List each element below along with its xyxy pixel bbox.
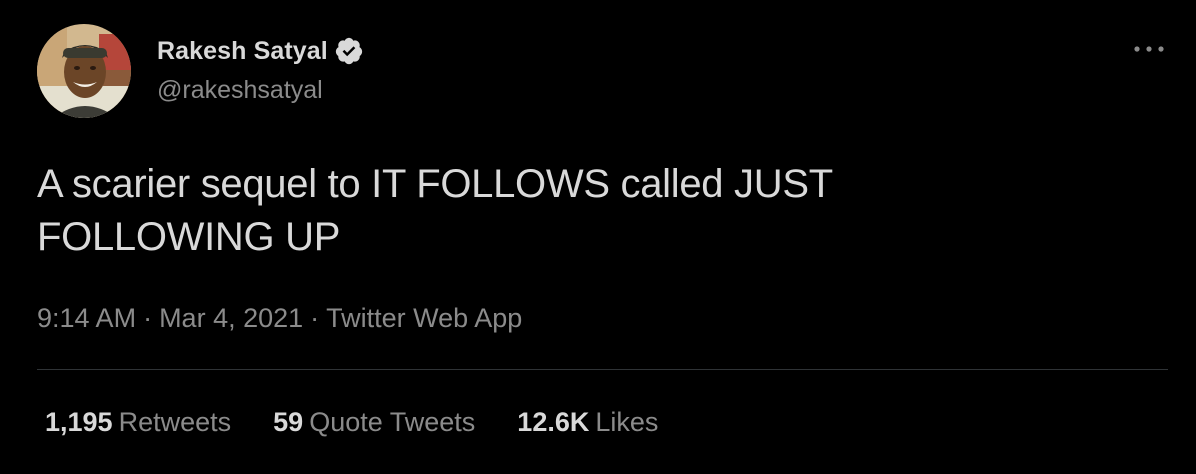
tweet-time-link[interactable]: 9:14 AM — [37, 303, 136, 334]
avatar[interactable] — [37, 24, 131, 118]
quote-tweets-stat[interactable]: 59 Quote Tweets — [273, 407, 475, 438]
tweet-text: A scarier sequel to IT FOLLOWS called JU… — [37, 162, 833, 259]
avatar-photo — [37, 24, 131, 118]
tweet-metadata: 9:14 AM · Mar 4, 2021 · Twitter Web App — [37, 303, 522, 334]
display-name[interactable]: Rakesh Satyal — [157, 37, 328, 66]
tweet-date-link[interactable]: Mar 4, 2021 — [159, 303, 303, 334]
divider — [37, 369, 1168, 370]
tweet-source-link[interactable]: Twitter Web App — [326, 303, 522, 334]
likes-label: Likes — [595, 407, 659, 437]
name-row: Rakesh Satyal — [157, 33, 364, 69]
likes-stat[interactable]: 12.6K Likes — [517, 407, 658, 438]
likes-count: 12.6K — [517, 407, 590, 437]
user-handle[interactable]: @rakeshsatyal — [157, 76, 323, 105]
meta-separator: · — [143, 303, 153, 333]
meta-separator: · — [310, 303, 320, 333]
more-options-icon[interactable] — [1131, 36, 1167, 62]
verified-badge-icon — [334, 36, 364, 66]
quote-tweets-label: Quote Tweets — [309, 407, 476, 437]
retweets-label: Retweets — [118, 407, 232, 437]
tweet-card: Rakesh Satyal @rakeshsatyal A scarier se… — [0, 0, 1196, 474]
quote-tweets-count: 59 — [273, 407, 304, 437]
retweets-count: 1,195 — [45, 407, 113, 437]
retweets-stat[interactable]: 1,195 Retweets — [45, 407, 231, 438]
tweet-stats: 1,195 Retweets 59 Quote Tweets 12.6K Likes — [45, 407, 700, 438]
